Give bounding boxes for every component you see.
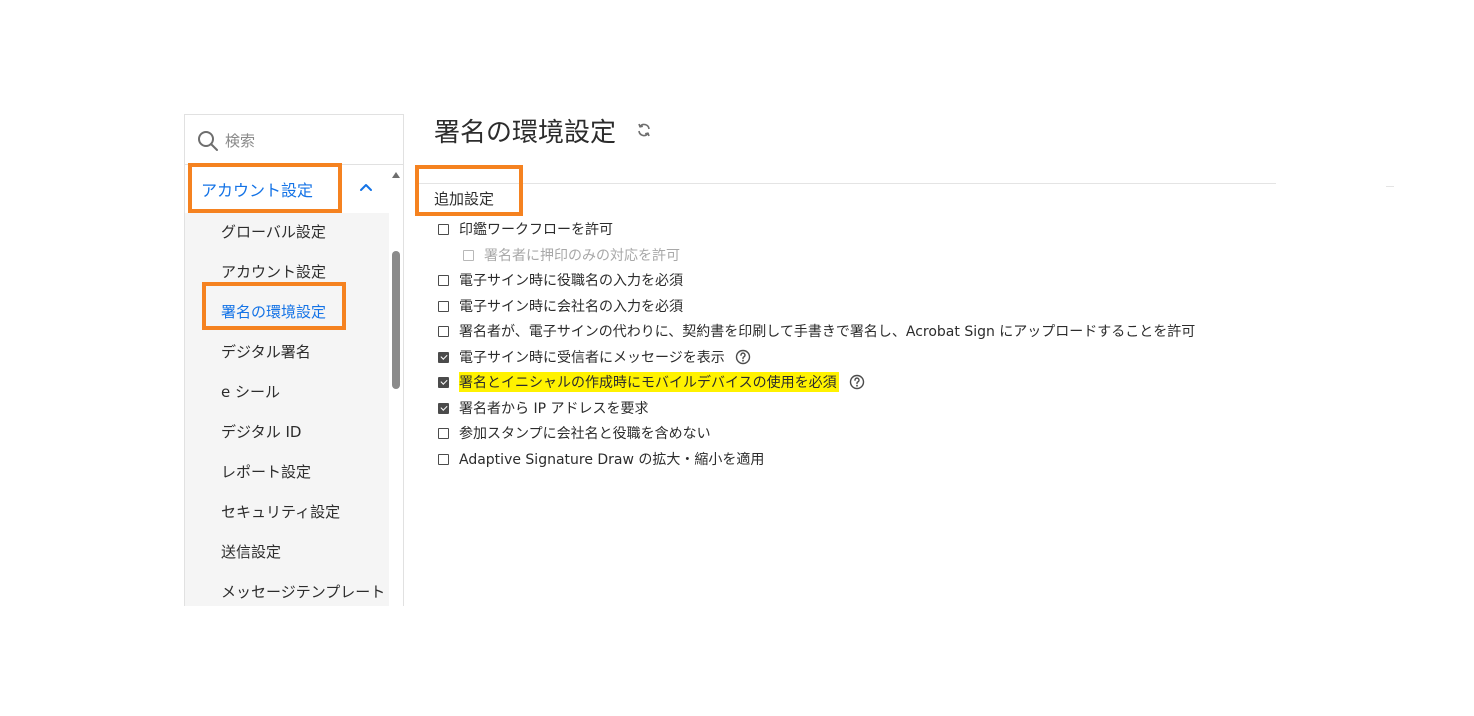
sidebar-item-digital-signatures[interactable]: デジタル署名 bbox=[221, 341, 311, 362]
section-divider bbox=[418, 183, 1276, 184]
option-show-message-to-recipient[interactable]: 電子サイン時に受信者にメッセージを表示 bbox=[438, 346, 751, 368]
sidebar-item-account-settings[interactable]: アカウント設定 bbox=[221, 261, 326, 282]
option-label: 署名者から IP アドレスを要求 bbox=[459, 401, 649, 417]
sidebar-item-global-settings[interactable]: グローバル設定 bbox=[221, 221, 326, 242]
refresh-icon[interactable] bbox=[636, 122, 652, 138]
option-allow-seal-workflow[interactable]: 印鑑ワークフローを許可 bbox=[438, 218, 613, 240]
option-label: Adaptive Signature Draw の拡大・縮小を適用 bbox=[459, 452, 765, 468]
settings-sidebar: アカウント設定 グローバル設定 アカウント設定 署名の環境設定 デジタル署名 e… bbox=[184, 114, 404, 606]
option-require-mobile-device[interactable]: 署名とイニシャルの作成時にモバイルデバイスの使用を必須 bbox=[438, 371, 865, 393]
sidebar-section-label: アカウント設定 bbox=[201, 181, 314, 200]
checkbox[interactable] bbox=[438, 376, 449, 388]
sidebar-scrollbar[interactable] bbox=[389, 165, 403, 606]
help-icon[interactable] bbox=[849, 374, 865, 390]
section-title-additional-settings: 追加設定 bbox=[434, 190, 495, 208]
checkbox[interactable] bbox=[438, 351, 449, 363]
search-row bbox=[185, 115, 403, 165]
sidebar-item-message-templates[interactable]: メッセージテンプレート bbox=[221, 581, 385, 602]
scroll-thumb[interactable] bbox=[392, 251, 400, 389]
option-label: 署名者が、電子サインの代わりに、契約書を印刷して手書きで署名し、Acrobat … bbox=[459, 324, 1196, 340]
option-label: 電子サイン時に受信者にメッセージを表示 bbox=[459, 350, 725, 366]
option-exclude-company-title-stamp[interactable]: 参加スタンプに会社名と役職を含めない bbox=[438, 422, 711, 444]
search-icon bbox=[198, 131, 218, 151]
help-icon[interactable] bbox=[735, 349, 751, 365]
option-allow-seal-only: 署名者に押印のみの対応を許可 bbox=[463, 244, 680, 266]
option-label: 電子サイン時に会社名の入力を必須 bbox=[459, 299, 683, 315]
sidebar-item-signature-preferences[interactable]: 署名の環境設定 bbox=[221, 301, 326, 322]
option-require-ip-address[interactable]: 署名者から IP アドレスを要求 bbox=[438, 397, 648, 419]
checkbox[interactable] bbox=[438, 274, 449, 286]
chevron-up-icon[interactable] bbox=[357, 179, 375, 197]
sidebar-item-e-seal[interactable]: e シール bbox=[221, 381, 280, 402]
option-label: 署名者に押印のみの対応を許可 bbox=[484, 248, 680, 264]
sidebar-section-account-settings[interactable]: アカウント設定 bbox=[185, 165, 389, 213]
page-title: 署名の環境設定 bbox=[434, 118, 617, 148]
sidebar-item-security-settings[interactable]: セキュリティ設定 bbox=[221, 501, 340, 522]
checkbox[interactable] bbox=[438, 223, 449, 235]
option-allow-print-sign-upload[interactable]: 署名者が、電子サインの代わりに、契約書を印刷して手書きで署名し、Acrobat … bbox=[438, 320, 1195, 342]
sidebar-item-digital-id[interactable]: デジタル ID bbox=[221, 421, 301, 442]
option-require-title[interactable]: 電子サイン時に役職名の入力を必須 bbox=[438, 269, 683, 291]
section-divider-tail bbox=[1386, 186, 1394, 187]
checkbox bbox=[463, 249, 474, 261]
sidebar-item-send-settings[interactable]: 送信設定 bbox=[221, 541, 281, 562]
search-input[interactable] bbox=[225, 127, 385, 155]
option-require-company[interactable]: 電子サイン時に会社名の入力を必須 bbox=[438, 295, 683, 317]
option-label: 参加スタンプに会社名と役職を含めない bbox=[459, 426, 711, 442]
checkbox[interactable] bbox=[438, 453, 449, 465]
checkbox[interactable] bbox=[438, 300, 449, 312]
sidebar-nav: アカウント設定 グローバル設定 アカウント設定 署名の環境設定 デジタル署名 e… bbox=[185, 165, 389, 606]
checkbox[interactable] bbox=[438, 427, 449, 439]
checkbox[interactable] bbox=[438, 325, 449, 337]
checkbox[interactable] bbox=[438, 402, 449, 414]
option-adaptive-signature-draw[interactable]: Adaptive Signature Draw の拡大・縮小を適用 bbox=[438, 448, 764, 470]
option-label: 電子サイン時に役職名の入力を必須 bbox=[459, 273, 683, 289]
option-label: 印鑑ワークフローを許可 bbox=[459, 222, 613, 238]
option-label: 署名とイニシャルの作成時にモバイルデバイスの使用を必須 bbox=[459, 372, 839, 392]
scroll-up-arrow-icon[interactable] bbox=[392, 172, 400, 178]
sidebar-item-report-settings[interactable]: レポート設定 bbox=[221, 461, 311, 482]
